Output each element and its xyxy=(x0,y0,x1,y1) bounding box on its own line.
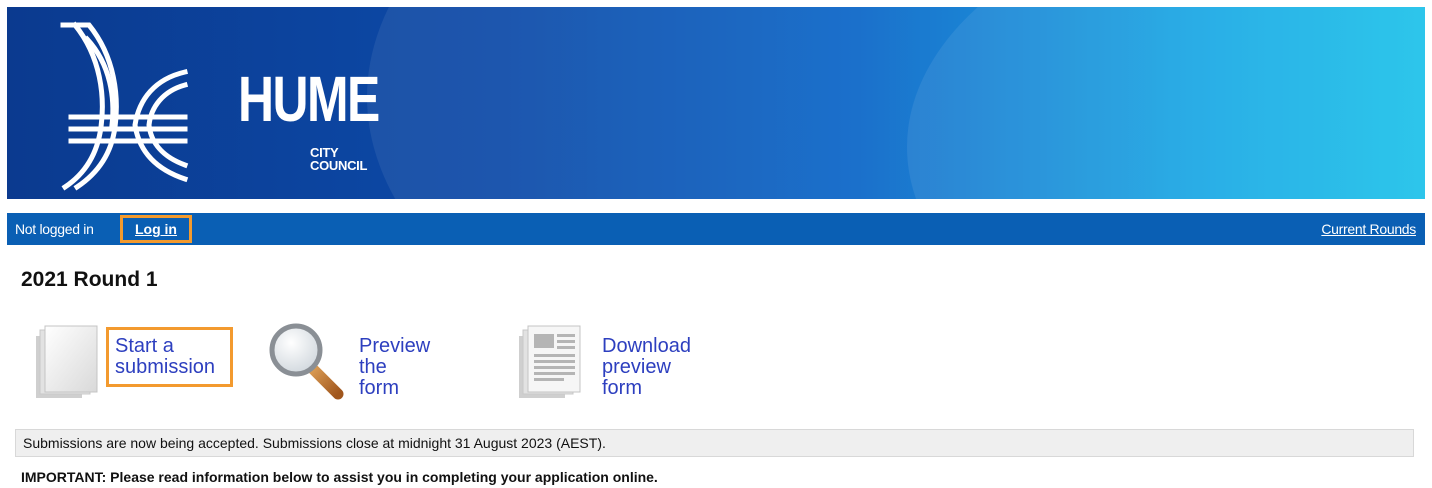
banner-swoosh xyxy=(907,7,1425,199)
important-notice: IMPORTANT: Please read information below… xyxy=(21,469,658,485)
top-navigation-bar: Not logged in Log in Current Rounds xyxy=(7,213,1425,245)
preview-form-link[interactable]: Preview the form xyxy=(359,336,430,399)
start-submission-action[interactable]: Start a submission xyxy=(34,322,233,402)
logo-wordmark: HUME xyxy=(238,63,380,135)
header-banner: HUME CITY COUNCIL xyxy=(7,7,1425,199)
logo-subtitle: CITY COUNCIL xyxy=(310,145,368,173)
submission-status-notice: Submissions are now being accepted. Subm… xyxy=(15,429,1414,457)
download-preview-form-action[interactable]: Download preview form xyxy=(517,322,691,402)
form-document-icon xyxy=(519,325,581,398)
start-submission-link[interactable]: Start a submission xyxy=(115,336,215,378)
magnifier-icon xyxy=(269,323,344,400)
hume-logo: HUME CITY COUNCIL xyxy=(55,17,395,192)
preview-form-action[interactable]: Preview the form xyxy=(266,322,430,402)
page-title: 2021 Round 1 xyxy=(21,268,158,291)
login-highlight: Log in xyxy=(120,215,192,243)
blank-document-icon xyxy=(36,325,98,398)
login-status-text: Not logged in xyxy=(15,221,94,237)
download-preview-form-link[interactable]: Download preview form xyxy=(602,336,691,399)
hume-logo-mark xyxy=(60,21,189,191)
current-rounds-link[interactable]: Current Rounds xyxy=(1321,221,1416,237)
login-link[interactable]: Log in xyxy=(135,221,177,237)
